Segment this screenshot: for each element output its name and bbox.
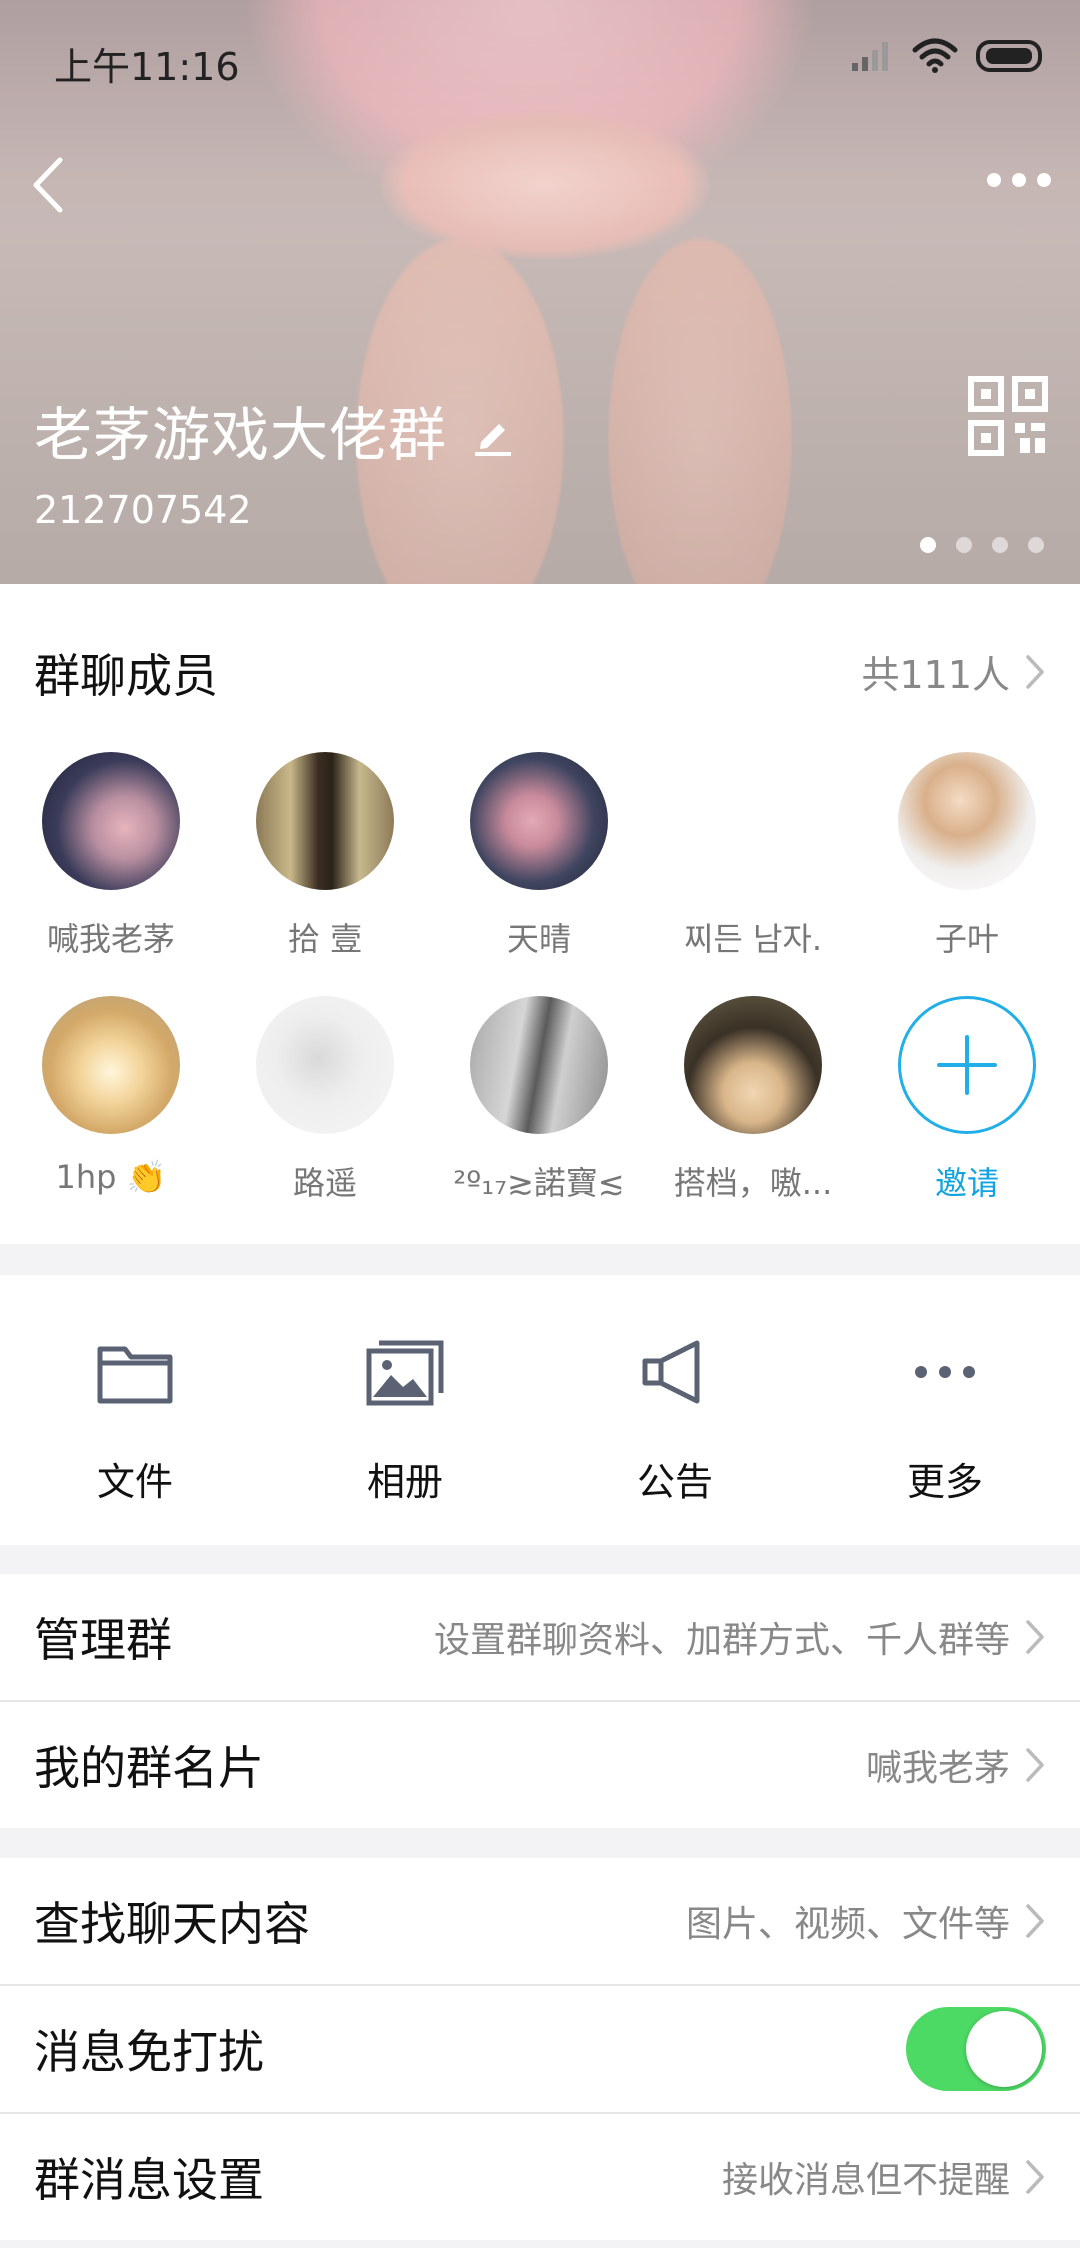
folder-icon <box>97 1346 173 1404</box>
member-name: 路遥 <box>292 1164 357 1202</box>
more-dots-icon <box>915 1366 975 1378</box>
member-name: ²º₁₇≳諾寶≲ <box>453 1164 625 1202</box>
carousel-dot <box>920 537 936 553</box>
battery-icon <box>976 40 1042 72</box>
avatar <box>470 752 608 890</box>
member-item[interactable]: ²º₁₇≳諾寶≲ <box>432 996 646 1204</box>
member-name: 搭档，嗷... <box>673 1164 833 1202</box>
plus-icon <box>937 1035 997 1095</box>
chevron-right-icon <box>1026 1904 1044 1938</box>
megaphone-icon <box>642 1340 700 1404</box>
member-item[interactable]: 搭档，嗷... <box>646 996 860 1204</box>
manage-group-row[interactable]: 管理群 设置群聊资料、加群方式、千人群等 <box>0 1574 1080 1700</box>
do-not-disturb-toggle[interactable] <box>906 2007 1046 2091</box>
carousel-dot <box>956 537 972 553</box>
edit-name-icon[interactable] <box>471 412 515 456</box>
member-item[interactable]: 1hp 👏 <box>4 996 218 1196</box>
chevron-right-icon <box>1026 1748 1044 1782</box>
avatar <box>256 996 394 1134</box>
avatar <box>898 752 1036 890</box>
member-item[interactable]: 天晴 <box>432 752 646 960</box>
member-item[interactable]: 喊我老茅 <box>4 752 218 960</box>
member-name: 찌든 남자. <box>683 920 823 958</box>
chevron-right-icon <box>1026 2160 1044 2194</box>
avatar <box>42 752 180 890</box>
avatar <box>684 752 822 890</box>
member-name: 子叶 <box>934 920 999 958</box>
toggle-knob <box>966 2011 1042 2087</box>
my-group-card-row[interactable]: 我的群名片 喊我老茅 <box>0 1702 1080 1828</box>
avatar <box>42 996 180 1134</box>
group-name: 老茅游戏大佬群 <box>34 401 448 469</box>
announcement-button[interactable]: 公告 <box>540 1337 810 1506</box>
members-count-link[interactable]: 共111人 <box>861 644 1046 699</box>
invite-button[interactable]: 邀请 <box>860 996 1074 1204</box>
chevron-right-icon <box>1026 1620 1044 1654</box>
do-not-disturb-row: 消息免打扰 <box>0 1986 1080 2112</box>
album-icon <box>366 1340 444 1406</box>
chevron-right-icon <box>1026 654 1044 689</box>
album-button[interactable]: 相册 <box>270 1337 540 1506</box>
members-title: 群聊成员 <box>34 649 218 703</box>
more-button[interactable]: 更多 <box>810 1337 1080 1506</box>
search-chat-row[interactable]: 查找聊天内容 图片、视频、文件等 <box>0 1858 1080 1984</box>
member-name: 喊我老茅 <box>46 920 175 958</box>
more-options-button[interactable] <box>984 160 1054 200</box>
invite-circle <box>898 996 1036 1134</box>
group-profile-page: 上午11:16 老茅游戏大佬群 212707542 群聊成员 共111人 喊我老… <box>0 0 1080 2248</box>
member-name: 1hp 👏 <box>55 1158 167 1196</box>
files-button[interactable]: 文件 <box>0 1337 270 1506</box>
member-name: 拾 壹 <box>287 920 363 958</box>
carousel-dot <box>992 537 1008 553</box>
avatar <box>256 752 394 890</box>
member-item[interactable]: 찌든 남자. <box>646 752 860 960</box>
signal-icon <box>852 42 888 71</box>
wifi-icon <box>912 38 958 73</box>
members-section: 群聊成员 共111人 喊我老茅 拾 壹 天晴 찌든 남자. 子叶 1hp 👏 路… <box>0 584 1080 1244</box>
group-id: 212707542 <box>34 488 252 532</box>
carousel-dot <box>1028 537 1044 553</box>
avatar <box>470 996 608 1134</box>
qr-code-icon[interactable] <box>968 376 1048 456</box>
group-actions-bar: 文件 相册 公告 更多 <box>0 1275 1080 1545</box>
status-time: 上午11:16 <box>54 45 240 89</box>
avatar <box>684 996 822 1134</box>
back-button[interactable] <box>22 150 82 220</box>
member-item[interactable]: 子叶 <box>860 752 1074 960</box>
carousel-indicator <box>920 537 1044 553</box>
member-item[interactable]: 拾 壹 <box>218 752 432 960</box>
member-name: 天晴 <box>506 920 571 958</box>
status-bar: 上午11:16 <box>0 0 1080 116</box>
invite-label: 邀请 <box>934 1164 999 1202</box>
member-item[interactable]: 路遥 <box>218 996 432 1204</box>
group-message-settings-row[interactable]: 群消息设置 接收消息但不提醒 <box>0 2114 1080 2240</box>
